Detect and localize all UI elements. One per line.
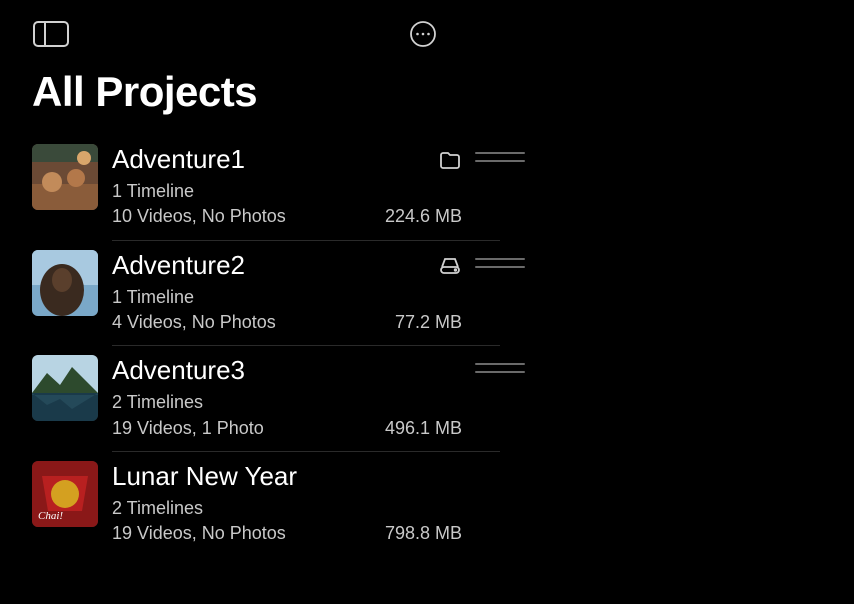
project-thumbnail: [32, 144, 98, 210]
project-timelines: 1 Timeline: [112, 179, 462, 204]
more-icon: [410, 21, 436, 47]
project-thumbnail: [32, 355, 98, 421]
project-size: 496.1 MB: [385, 416, 462, 441]
drive-icon: [438, 253, 462, 277]
svg-text:Chai!: Chai!: [38, 510, 63, 522]
project-thumbnail: Chai!: [32, 461, 98, 527]
project-size: 77.2 MB: [395, 310, 462, 335]
reorder-handle[interactable]: [475, 363, 525, 373]
project-size: 224.6 MB: [385, 204, 462, 229]
project-row[interactable]: Chai! Lunar New Year 2 Timelines 19 Vide…: [32, 451, 530, 557]
project-thumbnail: [32, 250, 98, 316]
project-info: Adventure3 2 Timelines 19 Videos, 1 Phot…: [112, 355, 470, 441]
project-media: 19 Videos, 1 Photo: [112, 416, 264, 441]
project-name: Adventure1: [112, 144, 430, 175]
project-size: 798.8 MB: [385, 521, 462, 546]
project-media: 4 Videos, No Photos: [112, 310, 276, 335]
sidebar-toggle-button[interactable]: [32, 20, 70, 48]
project-name: Adventure3: [112, 355, 462, 386]
project-name: Adventure2: [112, 250, 430, 281]
project-row[interactable]: Adventure3 2 Timelines 19 Videos, 1 Phot…: [32, 345, 530, 451]
sidebar-icon: [33, 21, 69, 47]
toolbar: [0, 0, 854, 56]
project-info: Adventure1 1 Timeline 10 Videos, No Phot…: [112, 144, 470, 230]
reorder-handle[interactable]: [475, 258, 525, 268]
project-row[interactable]: Adventure2 1 Timeline 4 Videos, No Photo…: [32, 240, 530, 346]
project-media: 19 Videos, No Photos: [112, 521, 286, 546]
page-title: All Projects: [0, 56, 854, 134]
project-timelines: 2 Timelines: [112, 390, 462, 415]
project-timelines: 2 Timelines: [112, 496, 462, 521]
more-options-button[interactable]: [404, 20, 442, 48]
project-info: Adventure2 1 Timeline 4 Videos, No Photo…: [112, 250, 470, 336]
project-media: 10 Videos, No Photos: [112, 204, 286, 229]
folder-icon: [438, 148, 462, 172]
reorder-handle[interactable]: [475, 152, 525, 162]
project-row[interactable]: Adventure1 1 Timeline 10 Videos, No Phot…: [32, 134, 530, 240]
project-list: Adventure1 1 Timeline 10 Videos, No Phot…: [0, 134, 530, 556]
project-name: Lunar New Year: [112, 461, 462, 492]
project-timelines: 1 Timeline: [112, 285, 462, 310]
project-info: Lunar New Year 2 Timelines 19 Videos, No…: [112, 461, 470, 547]
